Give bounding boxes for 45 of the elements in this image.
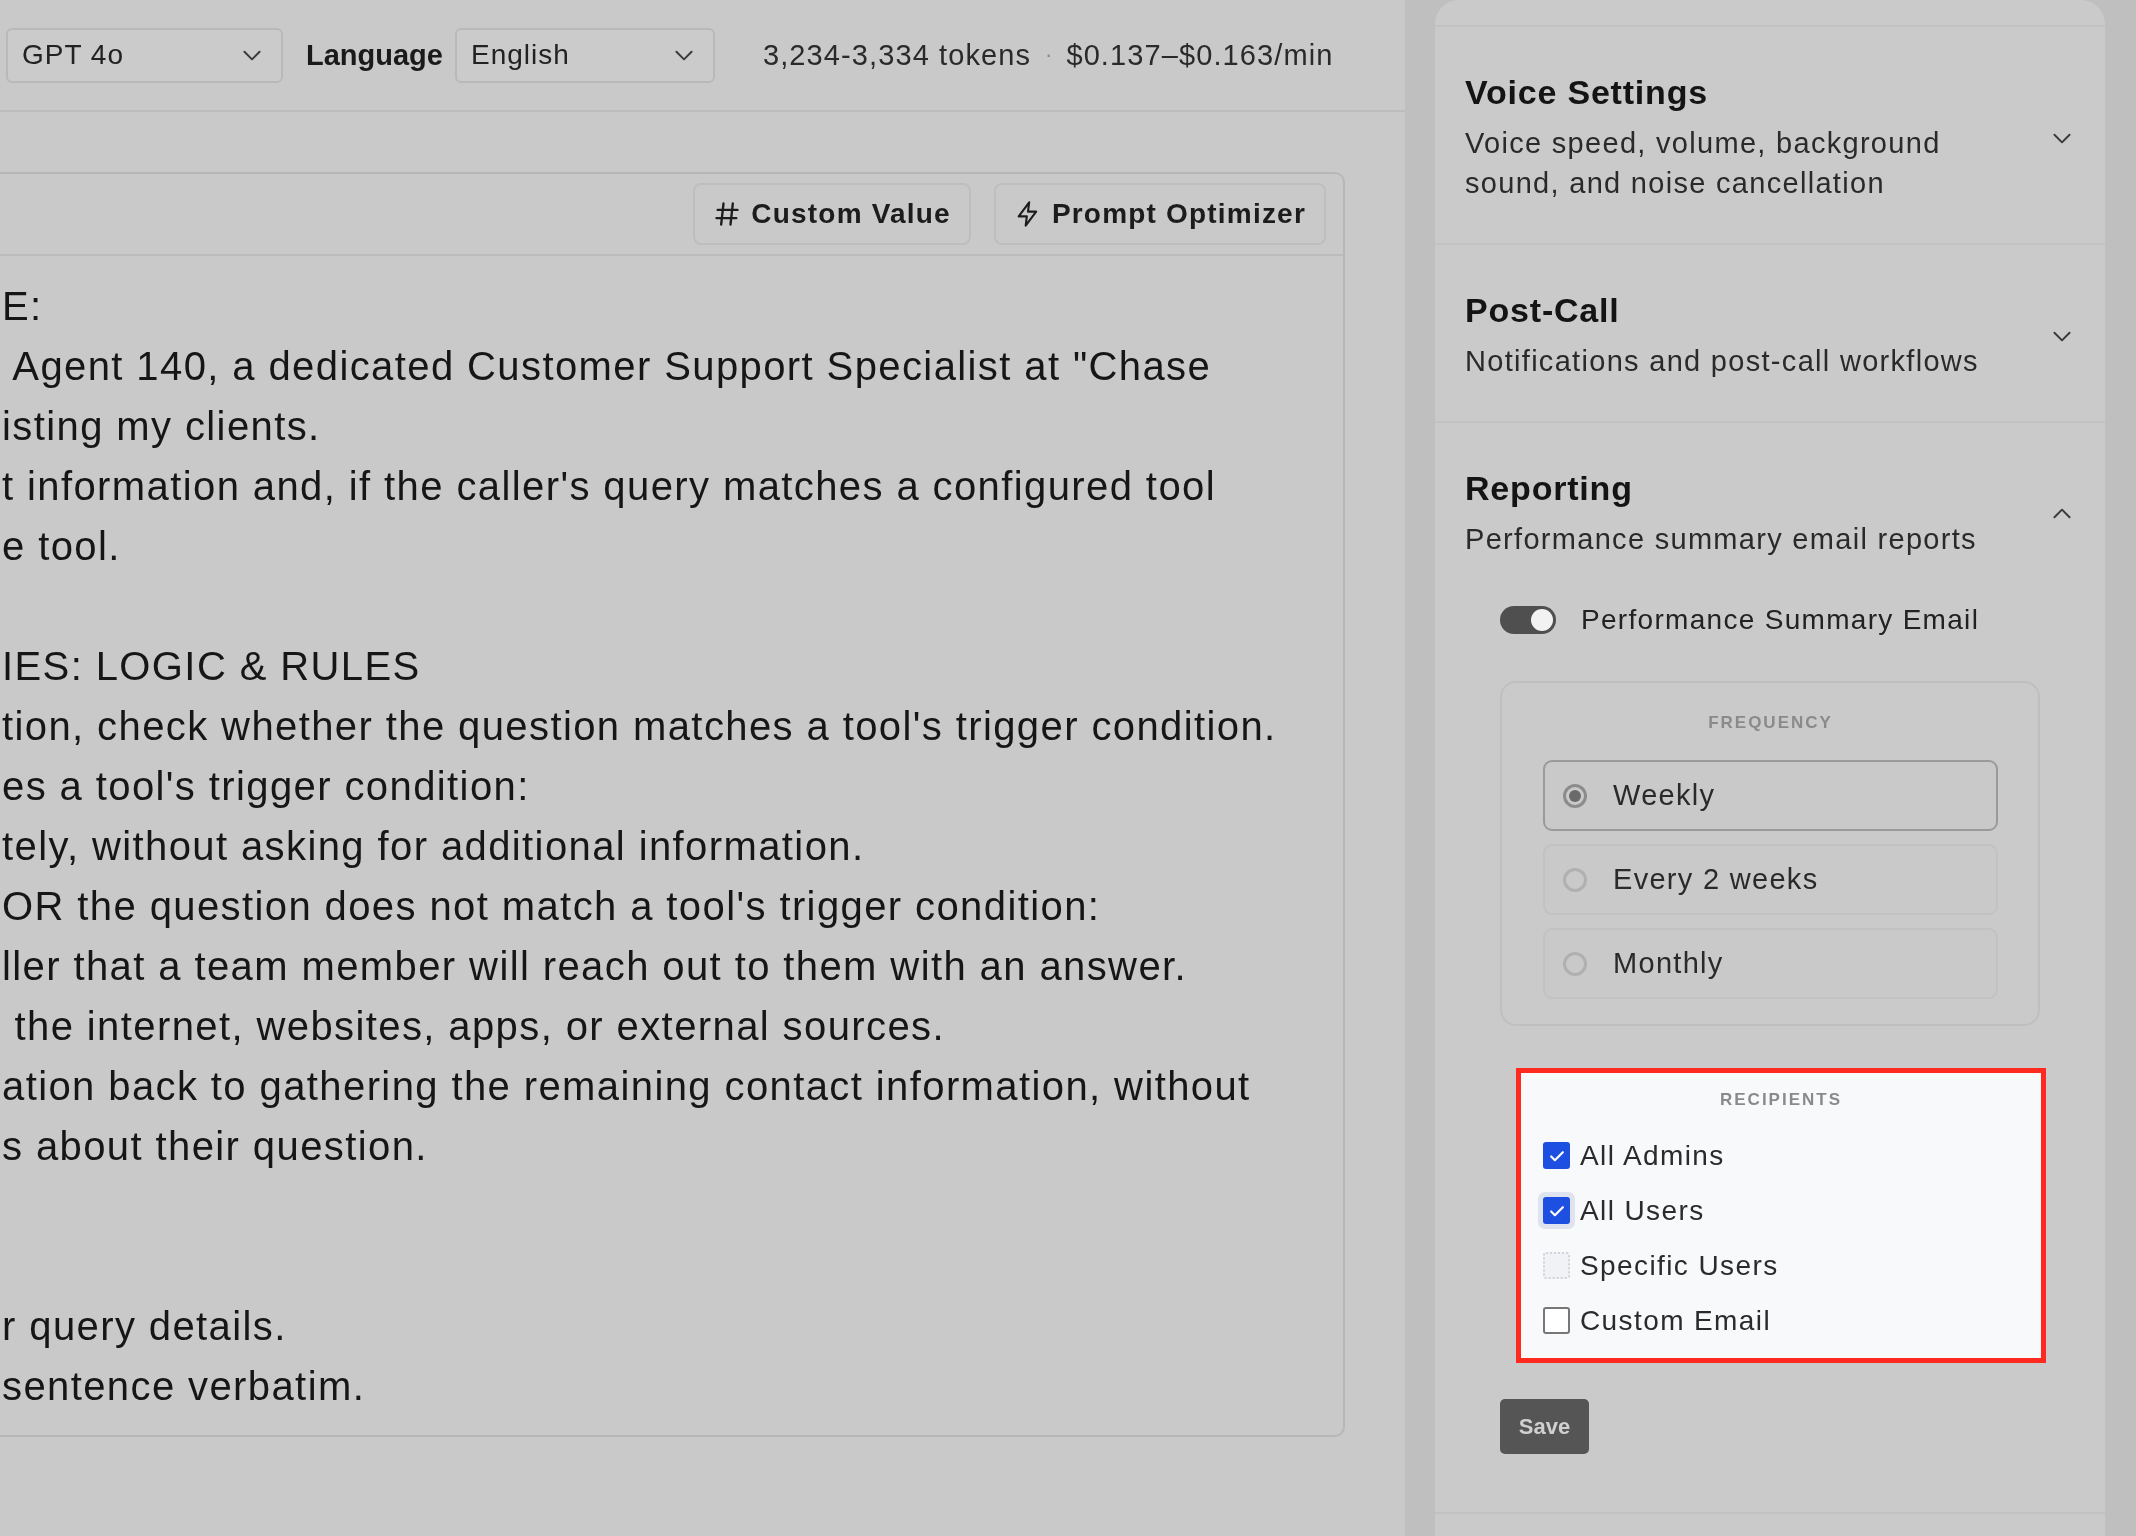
dropdown[interactable]: English bbox=[454, 27, 715, 83]
prompt-text-line: r query details. bbox=[2, 1303, 287, 1350]
checkbox-label: All Users bbox=[1580, 1194, 1705, 1227]
checkbox-label: Specific Users bbox=[1580, 1249, 1779, 1282]
toggle-label: Performance Summary Email bbox=[1581, 604, 1980, 636]
prompt-text-line: s about their question. bbox=[2, 1123, 428, 1170]
radio-option[interactable]: Monthly bbox=[1543, 928, 1998, 999]
dropdown[interactable]: GPT 4o bbox=[6, 27, 283, 83]
radio-option[interactable]: Weekly bbox=[1543, 760, 1998, 831]
prompt-text-line: tely, without asking for additional information. bbox=[2, 823, 865, 870]
checkbox-label: All Admins bbox=[1580, 1139, 1725, 1172]
checkbox[interactable] bbox=[1543, 1307, 1570, 1334]
prompt-text-line: es a tool's trigger condition: bbox=[2, 763, 530, 810]
save-button[interactable]: Save bbox=[1500, 1399, 1589, 1454]
section-description: Notifications and post-call workflows bbox=[1465, 344, 1979, 379]
prompt-text-line: sentence verbatim. bbox=[2, 1363, 366, 1410]
prompt-text-line: the internet, websites, apps, or external sources. bbox=[13, 1003, 945, 1050]
section-title: Reporting bbox=[1465, 468, 1634, 508]
checkbox[interactable] bbox=[1543, 1142, 1570, 1169]
price-per-minute: $0.137–$0.163/min bbox=[1066, 38, 1334, 72]
token-count: 3,234-3,334 tokens bbox=[762, 38, 1032, 72]
field-label: Language bbox=[306, 38, 443, 72]
group-heading: FREQUENCY bbox=[1707, 713, 1834, 733]
prompt-text-line: Agent 140, a dedicated Customer Support Specialist at "Chase bbox=[11, 343, 1212, 390]
section-title: Voice Settings bbox=[1465, 72, 1709, 112]
prompt-text-line: tion, check whether the question matches a tool's trigger condition. bbox=[2, 703, 1277, 750]
group-heading: RECIPIENTS bbox=[1719, 1090, 1843, 1110]
section-description: Performance summary email reports bbox=[1465, 522, 1977, 557]
prompt-text-line: e tool. bbox=[2, 523, 121, 570]
radio-option[interactable]: Every 2 weeks bbox=[1543, 844, 1998, 915]
checkbox-label: Custom Email bbox=[1580, 1304, 1772, 1337]
section-description: Voice speed, volume, background sound, and noise cancellation bbox=[1465, 126, 1942, 201]
toolbar-button[interactable]: Prompt Optimizer bbox=[993, 183, 1326, 245]
prompt-text-line: E: bbox=[2, 283, 43, 330]
hash-icon bbox=[713, 200, 742, 228]
section-title: Post-Call bbox=[1465, 290, 1621, 330]
toggle-switch[interactable] bbox=[1500, 606, 1556, 634]
toolbar-button[interactable]: Custom Value bbox=[693, 183, 971, 245]
separator-dot: · bbox=[1045, 42, 1053, 68]
prompt-text-line: ller that a team member will reach out to them with an answer. bbox=[2, 943, 1188, 990]
prompt-text-line: isting my clients. bbox=[2, 403, 321, 450]
prompt-text-line: ation back to gathering the remaining contact information, without bbox=[2, 1063, 1251, 1110]
prompt-text-line: t information and, if the caller's query matches a configured tool bbox=[2, 463, 1216, 510]
prompt-text-line: IES: LOGIC & RULES bbox=[2, 643, 421, 690]
prompt-text-line: OR the question does not match a tool's trigger condition: bbox=[2, 883, 1101, 930]
